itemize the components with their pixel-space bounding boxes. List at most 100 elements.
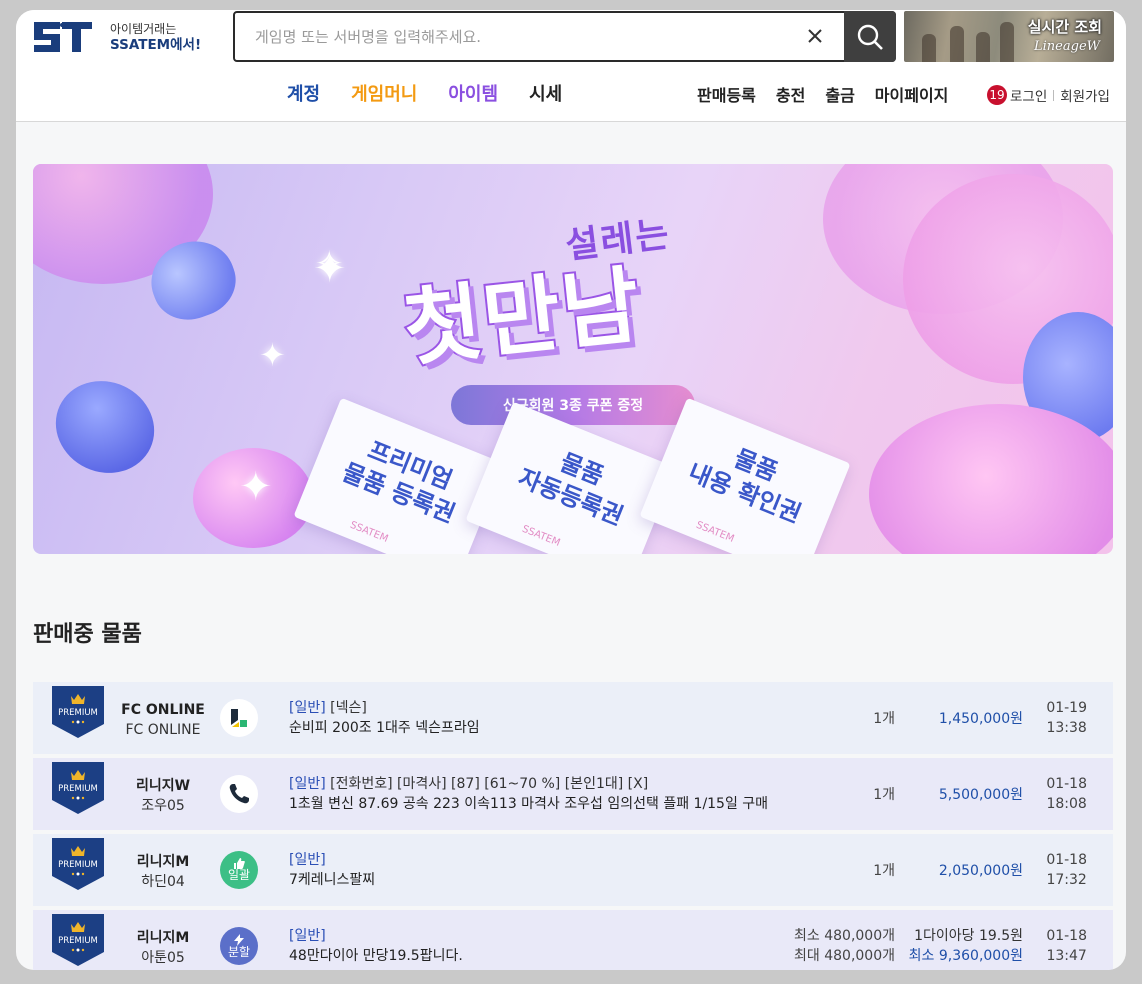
listing-date-time: 18:08 [1046,796,1087,812]
listing-date-day: 01-18 [1046,928,1087,944]
clear-icon[interactable] [803,24,827,48]
logo-tagline-line1: 아이템거래는 [110,22,177,36]
game-name: 리니지M [136,930,190,946]
lightning-icon: 분할 [220,927,258,965]
user-nav: 판매등록 충전 출금 마이페이지 [697,82,948,106]
listing-row[interactable]: PREMIUM FC ONLINE FC ONLINE [일반] [넥슨] 순비… [33,682,1113,754]
sparkle-icon: ✦ [259,336,286,374]
category-tag: [일반] [289,928,326,944]
page-frame: 아이템거래는 SSATEM에서! 실시간 조회 LineageW [16,10,1126,970]
listing-date: 01-18 17:32 [1046,850,1087,890]
game-server: FC ONLINE FC ONLINE [103,700,223,740]
banner-figure [922,34,936,62]
nav-item[interactable]: 아이템 [448,80,498,106]
listing-row[interactable]: PREMIUM 리니지W 조우05 [일반] [전화번호] [마격사] [87]… [33,758,1113,830]
listing-date-time: 13:38 [1046,720,1087,736]
svg-text:PREMIUM: PREMIUM [58,708,98,718]
listing-date-time: 17:32 [1046,872,1087,888]
svg-text:PREMIUM: PREMIUM [58,860,98,870]
coupon-brand: SSATEM [348,519,390,545]
listing-tags-line: [일반] [289,926,463,946]
listing-row[interactable]: PREMIUM 리니지M 하딘04 일괄 [일반] 7케레니스팔찌 1개 2,0… [33,834,1113,906]
nexon-logo-shape [231,709,247,727]
server-name: 조우05 [141,798,185,814]
logo-tagline: 아이템거래는 SSATEM에서! [110,21,201,53]
promo-banner[interactable]: ✦ ✦ ✦ ✧ 설레는 첫만남 신규회원 3종 쿠폰 증정 프리미엄 물품 등록권… [33,164,1113,554]
ssatem-logo[interactable] [32,19,94,55]
listing-quantity: 1개 [873,863,895,879]
thumbs-up-icon: 일괄 [220,851,258,889]
listing-date: 01-18 18:08 [1046,774,1087,814]
listing-tags-line: [일반] [넥슨] [289,698,480,718]
server-name: FC ONLINE [125,722,201,738]
nav-charge[interactable]: 충전 [776,82,805,106]
listing-table: PREMIUM FC ONLINE FC ONLINE [일반] [넥슨] 순비… [33,682,1113,970]
banner-figure [1000,22,1014,62]
listing-date-day: 01-18 [1046,776,1087,792]
hero-pill: 신규회원 3종 쿠폰 증정 [451,385,695,425]
listing-date-time: 13:47 [1046,948,1087,964]
hero-title-big: 첫만남 [397,254,648,380]
premium-badge-icon: PREMIUM [52,838,104,890]
listing-description: [일반] 48만다이아 만당19.5팝니다. [289,926,463,966]
coupon-brand: SSATEM [520,523,562,549]
listing-row[interactable]: PREMIUM 리니지M 아툰05 분할 [일반] 48만다이아 만당19.5팝… [33,910,1113,970]
game-name: 리니지M [136,854,190,870]
category-tag: [일반] [289,852,326,868]
logo-brand: SSATEM에서! [110,37,202,53]
listing-title: 순비피 200조 1대주 넥슨프라임 [289,720,480,736]
game-server: 리니지M 아툰05 [103,928,223,968]
nav-sell-register[interactable]: 판매등록 [697,82,756,106]
category-tag: [일반] [289,776,326,792]
listing-date: 01-19 13:38 [1046,698,1087,738]
search-bar [233,11,896,62]
nav-market-price[interactable]: 시세 [529,80,562,106]
option-tags: [넥슨] [330,700,367,716]
site-header: 아이템거래는 SSATEM에서! 실시간 조회 LineageW [16,10,1126,122]
type-label: 일괄 [227,868,251,882]
nav-account[interactable]: 계정 [287,80,320,106]
coupon-text: 물품 자동등록권 [496,427,658,539]
listing-date: 01-18 13:47 [1046,926,1087,966]
listing-date-day: 01-18 [1046,852,1087,868]
heart-icon [40,365,170,489]
lightning-shape [234,933,244,946]
type-label: 분할 [227,944,251,959]
nav-game-money[interactable]: 게임머니 [351,80,417,106]
listing-price: 5,500,000원 [938,787,1023,803]
auth-links: 19 로그인 회원가입 [987,85,1110,105]
quantity-min: 최소 480,000개 [794,928,895,944]
listing-price-split: 1다이아당 19.5원 최소 9,360,000원 [909,926,1023,966]
realtime-title: 실시간 조회 [1027,18,1102,36]
age-19-badge: 19 [987,85,1007,105]
realtime-subtitle: LineageW [1034,39,1100,54]
listing-price: 2,050,000원 [938,863,1023,879]
search-button[interactable] [844,11,896,62]
game-server: 리니지M 하딘04 [103,852,223,892]
coupon-text: 물품 내용 확인권 [670,423,832,535]
game-name: 리니지W [135,778,191,794]
quantity-max: 최대 480,000개 [794,948,895,964]
heart-icon [869,404,1113,554]
svg-text:PREMIUM: PREMIUM [58,936,98,946]
realtime-lookup-banner[interactable]: 실시간 조회 LineageW [904,11,1114,62]
divider [1053,89,1055,101]
signup-link[interactable]: 회원가입 [1060,85,1110,105]
game-server: 리니지W 조우05 [103,776,223,816]
server-name: 아툰05 [141,950,185,966]
listing-tags-line: [일반] [전화번호] [마격사] [87] [61~70 %] [본인1대] … [289,774,768,794]
nav-withdraw[interactable]: 출금 [825,82,854,106]
premium-badge-icon: PREMIUM [52,762,104,814]
search-input[interactable] [235,13,805,60]
login-link[interactable]: 로그인 [1010,85,1047,105]
nav-mypage[interactable]: 마이페이지 [875,82,949,106]
section-title: 판매중 물품 [33,622,142,647]
coupon-text: 프리미엄 물품 등록권 [324,423,486,535]
coupon-brand: SSATEM [694,519,736,545]
listing-title: 48만다이아 만당19.5팝니다. [289,948,463,964]
server-name: 하딘04 [141,874,185,890]
game-name: FC ONLINE [121,702,205,718]
phone-shape [229,784,249,804]
listing-price: 1,450,000원 [938,711,1023,727]
min-price: 최소 9,360,000원 [908,948,1023,964]
